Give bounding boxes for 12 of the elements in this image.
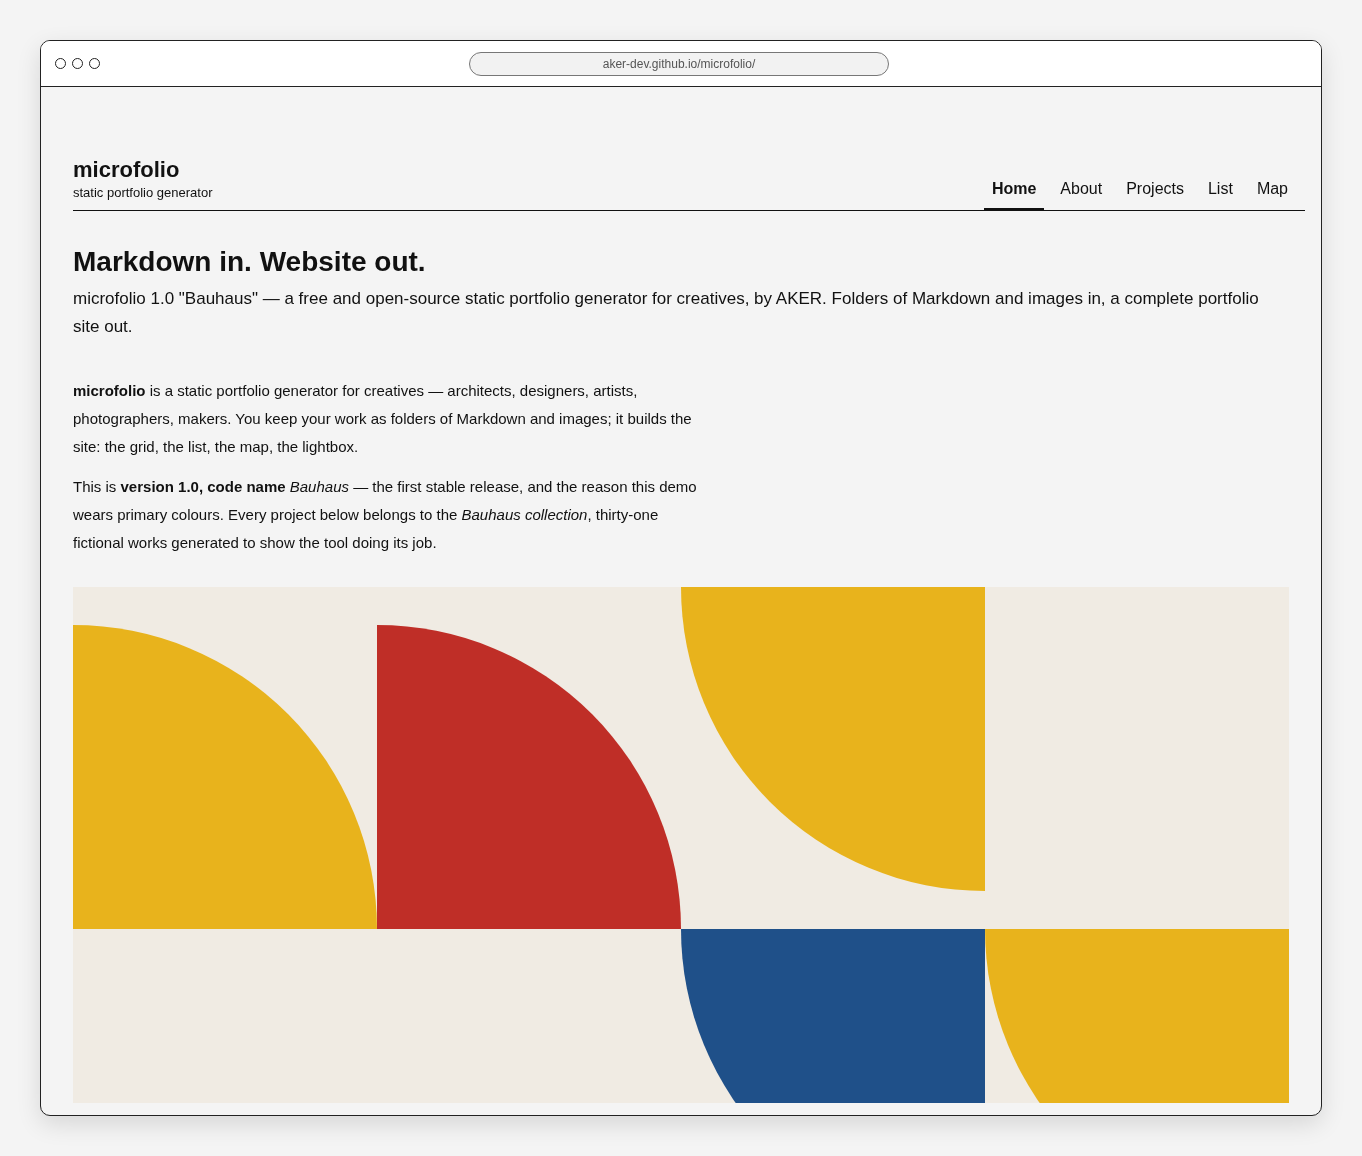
nav-link[interactable]: About	[1052, 180, 1111, 211]
site-title[interactable]: microfolio	[73, 157, 213, 183]
nav-link[interactable]: List	[1199, 180, 1241, 211]
intro-paragraph: This is version 1.0, code name Bauhaus — the first stable release, and the reason this demo wears primary colours. Every project below belongs to the Bauhaus collection, thirty-one fictional works generated to show the tool doing its job.	[73, 477, 698, 553]
nav-link[interactable]: Projects	[1118, 180, 1192, 211]
hero-lead: microfolio 1.0 "Bauhaus" — a free and open-source static portfolio generator for creatives, by AKER. Folders of Markdown and images in, a complete portfolio site out.	[73, 288, 1260, 338]
address-bar[interactable]: aker-dev.github.io/microfolio/	[469, 51, 889, 76]
intro-paragraph: microfolio is a static portfolio generator for creatives — architects, designers, artists, photographers, makers. You keep your work as folders of Markdown and images; it builds the site: the grid, the list, the map, the lightbox.	[73, 381, 693, 457]
site-tagline: static portfolio generator	[73, 185, 213, 200]
nav-link[interactable]: Home	[983, 180, 1045, 211]
hero-heading: Markdown in. Website out.	[73, 245, 427, 279]
nav-link[interactable]: Map	[1248, 180, 1296, 211]
